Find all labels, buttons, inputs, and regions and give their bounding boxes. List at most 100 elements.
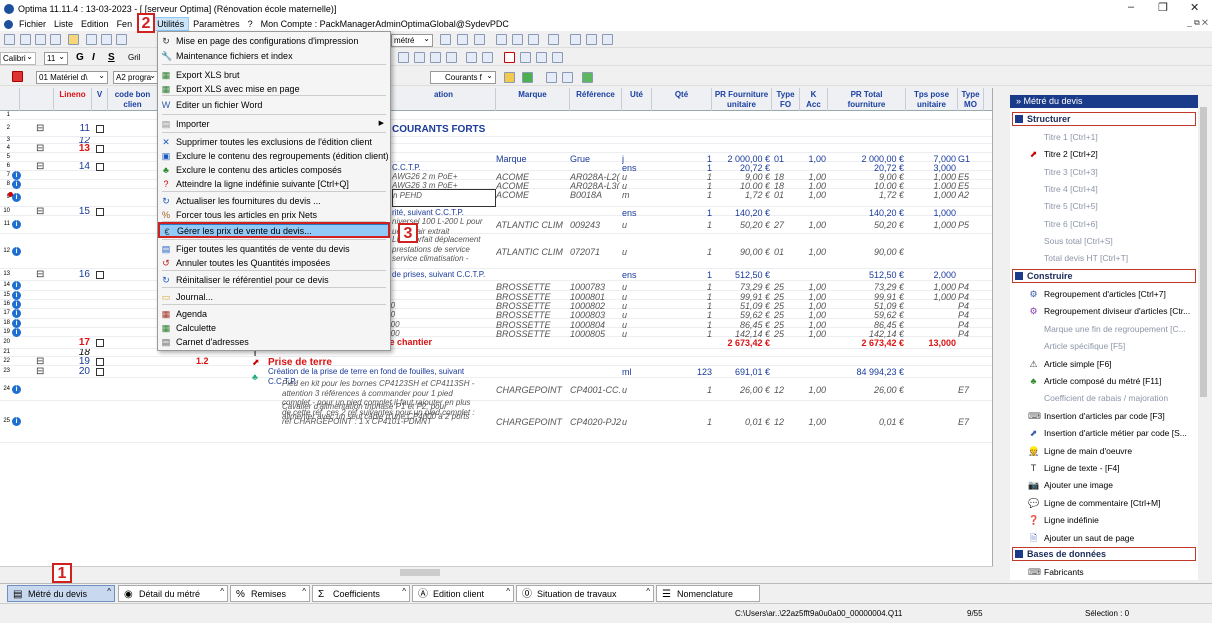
- row-checkbox[interactable]: [96, 368, 104, 376]
- tree-collapse-icon[interactable]: ⊟: [36, 366, 44, 377]
- cell-kacc[interactable]: 1,00: [800, 417, 826, 427]
- chart-icon[interactable]: [504, 72, 515, 83]
- cell-ln[interactable]: 16: [54, 269, 90, 281]
- cell-typefo[interactable]: 01: [774, 190, 800, 200]
- panel-item-structurer-6[interactable]: Sous total [Ctrl+S]: [1028, 235, 1194, 248]
- cell-pr[interactable]: 691,01 €: [712, 367, 770, 377]
- header-marque[interactable]: Marque: [496, 88, 570, 111]
- grid-icon[interactable]: [457, 34, 468, 45]
- tree-collapse-icon[interactable]: ⊟: [36, 143, 44, 154]
- info-icon[interactable]: i: [12, 384, 21, 394]
- menu-item-5[interactable]: ▤ Importer ▶: [158, 117, 390, 131]
- bold-button[interactable]: G: [76, 52, 84, 63]
- cell-kacc[interactable]: 1,00: [800, 247, 826, 257]
- cell-qte[interactable]: 1: [652, 417, 712, 427]
- new-icon[interactable]: [20, 34, 31, 45]
- section-construire[interactable]: Construire: [1012, 269, 1196, 283]
- tab-caret-icon[interactable]: ^: [220, 583, 224, 600]
- cell-typefo[interactable]: 01: [774, 247, 800, 257]
- font-color-icon[interactable]: [504, 52, 515, 63]
- tab-3[interactable]: Σ Coefficients ^: [312, 585, 410, 602]
- cell-typemo[interactable]: A2: [958, 190, 984, 200]
- menu-item-9[interactable]: ? Atteindre la ligne indéfinie suivante […: [158, 177, 390, 191]
- info-icon[interactable]: i: [12, 170, 21, 180]
- align-right-icon[interactable]: [430, 52, 441, 63]
- cell-ln[interactable]: 20: [54, 366, 90, 378]
- table-row[interactable]: 23 ⊟ 20 Création de la prise de terre en fo…: [0, 366, 992, 386]
- table-row[interactable]: 5 Marque Grue j 1 2 000,00 €01 1,00 2 000,00 €7…: [0, 153, 992, 164]
- cell-prtotal[interactable]: 90,00 €: [828, 247, 904, 257]
- panel-item-construire-2[interactable]: Marque une fin de regroupement [C...: [1028, 323, 1194, 336]
- menu-item-16[interactable]: ▭ Journal...: [158, 290, 390, 304]
- table-row[interactable]: 7 i AWG26 2 m PoE+ ACOME AR028A-L2(u 1 9,00 €1…: [0, 170, 992, 182]
- cell-ln[interactable]: 19: [54, 357, 90, 366]
- menu-item-6[interactable]: ✕ Supprimer toutes les exclusions de l'éd…: [158, 135, 390, 149]
- header-v[interactable]: V: [92, 88, 108, 111]
- mdi-window-controls[interactable]: _ ⧉ ✕: [1187, 18, 1208, 28]
- cell-ref[interactable]: B0018A: [570, 190, 622, 200]
- materiel-combo[interactable]: 01 Matériel d\: [36, 71, 108, 84]
- tab-0[interactable]: ▤ Métré du devis ^: [7, 585, 115, 602]
- info-icon[interactable]: i: [12, 309, 21, 318]
- cell-tps[interactable]: 2,000: [906, 270, 956, 280]
- panel-item-structurer-2[interactable]: Titre 3 [Ctrl+3]: [1028, 166, 1194, 179]
- panel-item-bases-0[interactable]: ⌨ Fabricants: [1028, 566, 1194, 579]
- table-row[interactable]: 3 12: [0, 137, 992, 144]
- menu-item-11[interactable]: % Forcer tous les articles en prix Nets: [158, 208, 390, 222]
- info-icon[interactable]: i: [12, 281, 21, 290]
- excel-icon[interactable]: [522, 72, 533, 83]
- cell-prtotal[interactable]: 50,20 €: [828, 220, 904, 230]
- table-row[interactable]: 16iConduit Alu / PVC 80/125 L:250BROSSET…: [0, 299, 992, 311]
- panel-item-construire-8[interactable]: ⬈ Insertion d'article métier par code [S.…: [1028, 427, 1194, 440]
- menu-item-1[interactable]: 🔧 Maintenance fichiers et index: [158, 49, 390, 63]
- cell-kacc[interactable]: 1,00: [800, 190, 826, 200]
- cell-ref[interactable]: CP4020-PJ2: [570, 417, 622, 427]
- format-icon[interactable]: [116, 34, 127, 45]
- panel-item-construire-5[interactable]: ♣ Article composé du métré [F11]: [1028, 375, 1194, 388]
- cell-qte[interactable]: 1: [652, 220, 712, 230]
- row-checkbox[interactable]: [96, 124, 104, 133]
- panel-item-structurer-0[interactable]: Titre 1 [Ctrl+1]: [1028, 131, 1194, 144]
- info-icon[interactable]: i: [12, 299, 21, 309]
- collapse-icon[interactable]: [1015, 550, 1023, 558]
- cell-prtotal[interactable]: 512,50 €: [828, 270, 904, 280]
- delete-icon[interactable]: [548, 34, 559, 45]
- clear-format-icon[interactable]: [552, 52, 563, 63]
- row-checkbox[interactable]: [96, 357, 104, 366]
- cell-ref[interactable]: 009243: [570, 220, 622, 230]
- menu-item-18[interactable]: ▦ Calculette: [158, 321, 390, 335]
- italic-button[interactable]: I: [92, 52, 95, 63]
- save-icon[interactable]: [50, 34, 61, 45]
- cell-prtotal[interactable]: 26,00 €: [828, 385, 904, 395]
- panel-item-construire-13[interactable]: ❓ Ligne indéfinie: [1028, 514, 1194, 527]
- info-icon[interactable]: i: [12, 417, 21, 426]
- link-icon[interactable]: [570, 34, 581, 45]
- cell-pr[interactable]: 26,00 €: [712, 385, 770, 395]
- collapse-icon[interactable]: [1015, 115, 1023, 123]
- table-row[interactable]: 12 i LIM - forfait déplacement prestations …: [0, 234, 992, 269]
- cell-ln[interactable]: 11: [54, 120, 90, 137]
- table-row[interactable]: 24 i Pied en kit pour les bornes CP4123SH …: [0, 378, 992, 426]
- cell-desig[interactable]: Cavalier d'alimentation triphasé P1 et P…: [282, 401, 507, 421]
- panel-item-structurer-4[interactable]: Titre 5 [Ctrl+5]: [1028, 200, 1194, 213]
- tab-1[interactable]: ◉ Détail du métré ^: [118, 585, 228, 602]
- cell-typemo[interactable]: P5: [958, 220, 984, 230]
- menu-item-17[interactable]: ▦ Agenda: [158, 307, 390, 321]
- panel-item-construire-3[interactable]: Article spécifique [F5]: [1028, 340, 1194, 353]
- cell-pr[interactable]: 512,50 €: [712, 270, 770, 280]
- cell-ute[interactable]: ens: [622, 270, 652, 280]
- table-row[interactable]: 22 ⊟ 19 1.2 Prise de terre ⬈: [0, 356, 992, 368]
- table-row[interactable]: 18iConduit Alu / PVC 80/125 L:1000BROSSE…: [0, 318, 992, 330]
- cell-qte[interactable]: 1: [652, 270, 712, 280]
- table-row[interactable]: 8 i AWG26 3 m PoE+ ACOME AR028A-L3(u 1 10,00 €…: [0, 179, 992, 191]
- grid-button[interactable]: Gril: [128, 53, 140, 62]
- row-checkbox[interactable]: [96, 144, 104, 153]
- menu-liste[interactable]: Liste: [50, 17, 77, 31]
- cell-qte[interactable]: 1: [652, 247, 712, 257]
- menu-account[interactable]: Mon Compte : PackManagerAdminOptimaGloba…: [257, 17, 513, 31]
- table-row[interactable]: 2017Sous total 1.1 Installations de chan…: [0, 337, 992, 350]
- menu-item-13[interactable]: ▤ Figer toutes les quantités de vente du …: [158, 242, 390, 256]
- close-icon[interactable]: ✕: [1190, 1, 1199, 14]
- header-designation[interactable]: ation: [392, 88, 496, 111]
- menu-utilites[interactable]: Utilités: [152, 17, 190, 31]
